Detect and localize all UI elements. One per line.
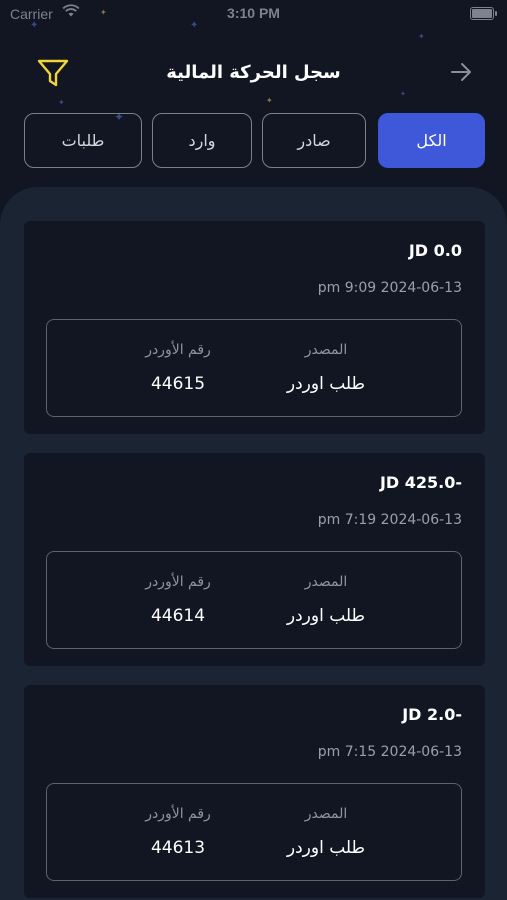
tab-outgoing[interactable]: صادر — [262, 113, 366, 168]
source-label: المصدر — [304, 806, 348, 822]
transaction-card[interactable]: JD 425.0- pm 7:19 2024-06-13 المصدر طلب … — [24, 453, 485, 666]
transaction-details: المصدر طلب اوردر رقم الأوردر 44614 — [46, 551, 462, 649]
transactions-sheet: JD 0.0 pm 9:09 2024-06-13 المصدر طلب اور… — [0, 187, 507, 900]
order-number-label: رقم الأوردر — [145, 574, 211, 590]
order-number-value: 44615 — [150, 374, 206, 394]
order-number-value: 44613 — [150, 838, 206, 858]
transaction-datetime: pm 7:15 2024-06-13 — [317, 744, 462, 760]
source-value: طلب اوردر — [286, 838, 366, 858]
transaction-datetime: pm 9:09 2024-06-13 — [317, 280, 462, 296]
transaction-card[interactable]: JD 2.0- pm 7:15 2024-06-13 المصدر طلب او… — [24, 685, 485, 898]
transaction-details: المصدر طلب اوردر رقم الأوردر 44615 — [46, 319, 462, 417]
star-decoration: ✦ — [30, 20, 39, 31]
battery-icon — [470, 7, 497, 20]
transaction-amount: JD 0.0 — [408, 241, 462, 260]
tab-orders[interactable]: طلبات — [24, 113, 142, 168]
transaction-card[interactable]: JD 0.0 pm 9:09 2024-06-13 المصدر طلب اور… — [24, 221, 485, 434]
source-label: المصدر — [304, 342, 348, 358]
transaction-amount: JD 2.0- — [402, 705, 462, 724]
star-decoration: ✦ — [418, 32, 425, 41]
filter-tabs: الكل صادر وارد طلبات — [24, 113, 485, 170]
source-value: طلب اوردر — [286, 606, 366, 626]
star-decoration: ✦ — [190, 20, 199, 31]
status-bar: Carrier 3:10 PM — [0, 0, 507, 30]
transaction-details: المصدر طلب اوردر رقم الأوردر 44613 — [46, 783, 462, 881]
app-header: سجل الحركة المالية — [0, 50, 507, 98]
order-number-value: 44614 — [150, 606, 206, 626]
order-number-label: رقم الأوردر — [145, 342, 211, 358]
star-decoration: ✦ — [100, 8, 107, 17]
star-decoration: ✦ — [58, 98, 65, 107]
page-title: سجل الحركة المالية — [166, 62, 341, 83]
arrow-right-icon[interactable] — [449, 60, 473, 84]
transaction-datetime: pm 7:19 2024-06-13 — [317, 512, 462, 528]
tab-incoming[interactable]: وارد — [152, 113, 252, 168]
source-value: طلب اوردر — [286, 374, 366, 394]
tab-all[interactable]: الكل — [378, 113, 485, 168]
order-number-label: رقم الأوردر — [145, 806, 211, 822]
transaction-amount: JD 425.0- — [379, 473, 462, 492]
source-label: المصدر — [304, 574, 348, 590]
clock-time: 3:10 PM — [227, 5, 280, 21]
